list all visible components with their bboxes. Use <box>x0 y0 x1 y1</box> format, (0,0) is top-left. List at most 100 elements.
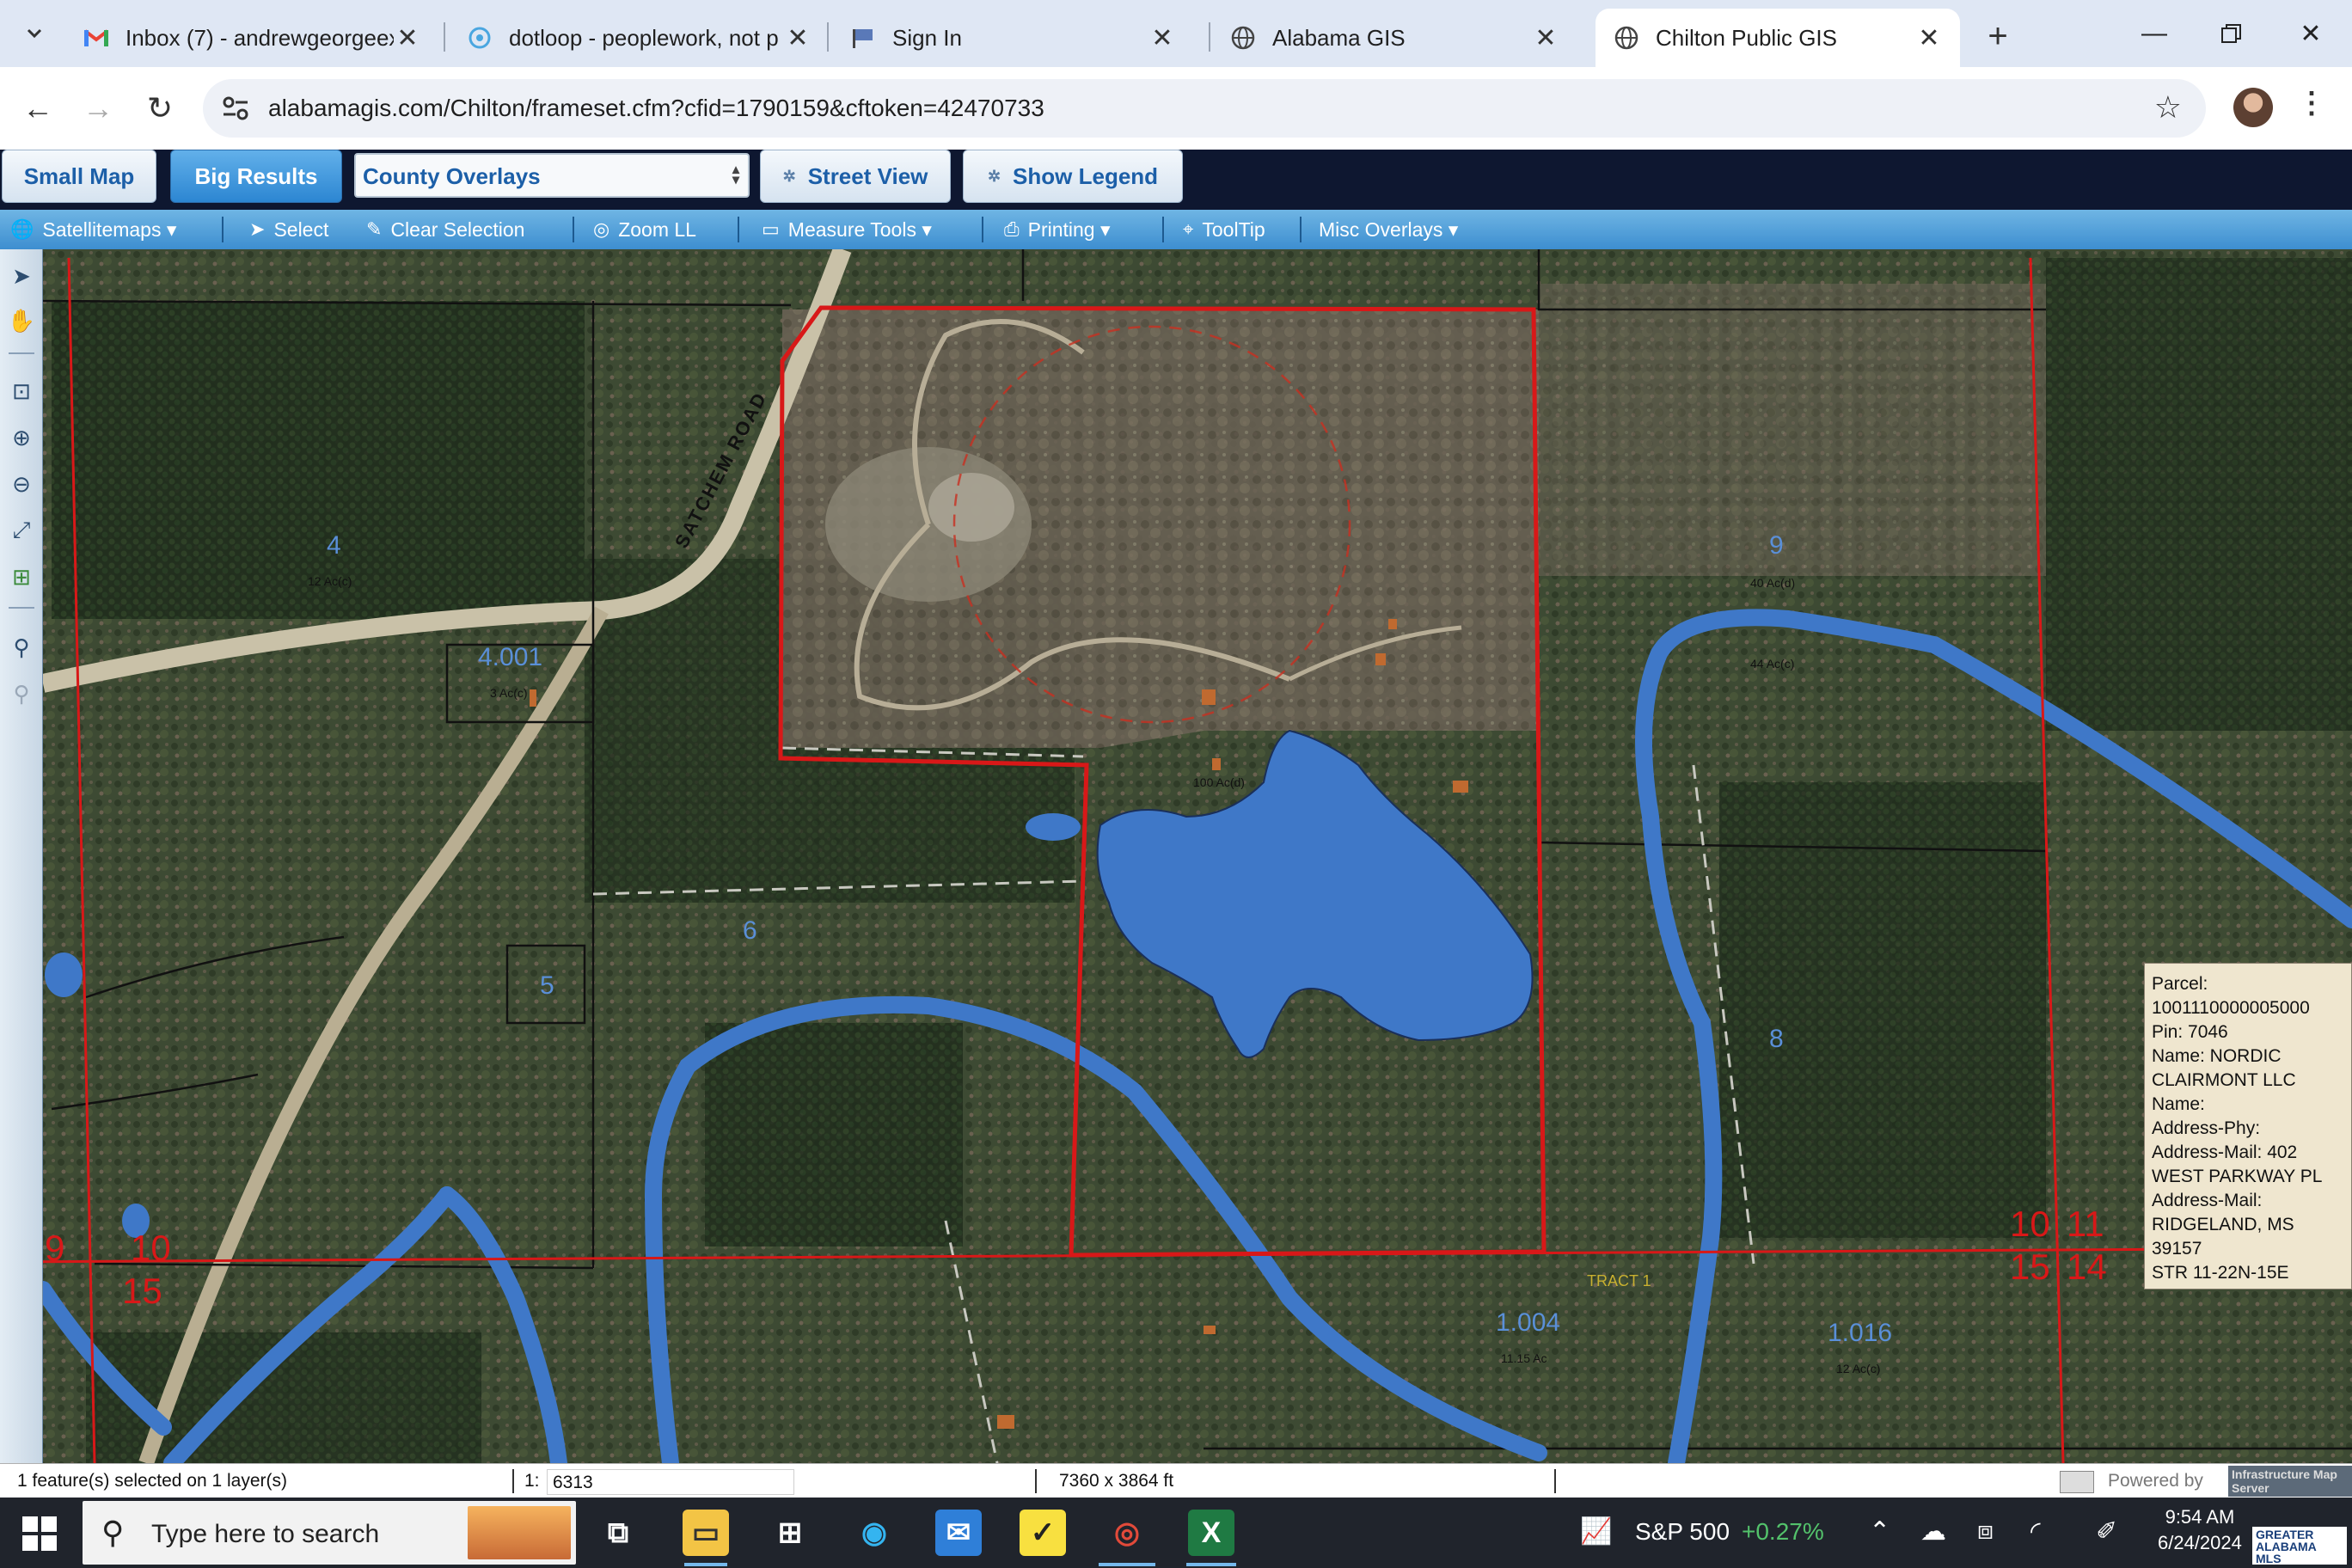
tab-chilton-public-gis[interactable]: Chilton Public GIS ✕ <box>1596 9 1960 67</box>
powered-by-logo: Powered by Infrastructure Map Server <box>2060 1464 2352 1498</box>
forward-arrow-icon[interactable]: → <box>74 84 122 132</box>
clear-selection-label: Clear Selection <box>390 217 525 241</box>
chevron-up-icon[interactable]: ⌃ <box>1869 1516 1890 1547</box>
map-label-parcel: 9 <box>1769 531 1784 560</box>
printing-menu[interactable]: ⎙ Printing ▾ <box>1004 210 1111 249</box>
printer-icon: ⎙ <box>1004 218 1020 240</box>
parcel-info-line: 1001110000005000 <box>2152 998 2310 1018</box>
back-arrow-icon[interactable]: ← <box>14 84 62 132</box>
wifi-icon[interactable]: ◜ <box>2030 1516 2041 1547</box>
close-tab-icon[interactable]: ✕ <box>1532 24 1559 52</box>
profile-avatar[interactable] <box>2233 88 2273 127</box>
select-tool[interactable]: ➤ Select <box>249 210 328 249</box>
scale-input[interactable]: 6313 <box>547 1469 794 1495</box>
county-overlays-select[interactable]: County Overlays ▴ ▾ <box>354 153 750 198</box>
scale-value: 6313 <box>553 1473 593 1492</box>
tab-dotloop[interactable]: dotloop - peoplework, not p ✕ <box>449 9 829 67</box>
satellitemaps-label: Satellitemaps <box>42 217 162 241</box>
task-view-icon[interactable]: ⧉ <box>595 1510 641 1556</box>
zoom-ll-tool[interactable]: ◎ Zoom LL <box>593 210 696 249</box>
minimize-icon[interactable]: — <box>2116 9 2192 58</box>
gmail-icon <box>83 24 110 52</box>
globe-icon: 🌐 <box>10 218 34 240</box>
stock-chart-icon[interactable]: 📈 <box>1580 1516 1612 1547</box>
dotloop-icon <box>466 24 493 52</box>
clear-selection-tool[interactable]: ✎ Clear Selection <box>366 210 524 249</box>
task-app-icon[interactable]: ✓ <box>1020 1510 1066 1556</box>
address-bar[interactable]: alabamagis.com/Chilton/frameset.cfm?cfid… <box>203 79 2206 138</box>
street-view-button[interactable]: ✲ Street View <box>760 150 951 203</box>
close-tab-icon[interactable]: ✕ <box>784 24 812 52</box>
tooltip-tool[interactable]: ⌖ ToolTip <box>1183 210 1265 249</box>
stock-name[interactable]: S&P 500 <box>1635 1518 1730 1546</box>
misc-overlays-menu[interactable]: Misc Overlays ▾ <box>1319 210 1458 249</box>
show-legend-button[interactable]: ✲ Show Legend <box>963 150 1183 203</box>
tab-divider <box>827 22 829 52</box>
bookmark-star-icon[interactable]: ☆ <box>2154 89 2182 126</box>
close-tab-icon[interactable]: ✕ <box>1915 24 1943 52</box>
windows-taskbar: ⚲ Type here to search ⧉ ▭ ⊞ ◉ ✉ ✓ ◎ X 📈 … <box>0 1498 2352 1568</box>
flag-icon <box>849 24 877 52</box>
reload-icon[interactable]: ↻ <box>136 84 184 132</box>
measure-tools-menu[interactable]: ▭ Measure Tools ▾ <box>762 210 932 249</box>
tooltip-label: ToolTip <box>1202 217 1265 241</box>
globe-icon <box>1613 24 1640 52</box>
close-tab-icon[interactable]: ✕ <box>394 24 421 52</box>
tab-gmail[interactable]: Inbox (7) - andrewgeorgeexi ✕ <box>65 9 438 67</box>
close-window-icon[interactable]: ✕ <box>2273 9 2349 58</box>
zoom-out-icon[interactable]: ⊖ <box>7 469 36 499</box>
edge-browser-icon[interactable]: ◉ <box>851 1510 897 1556</box>
map-label-acreage: 11.15 Ac <box>1501 1351 1547 1365</box>
identify-icon[interactable]: ⚲ <box>7 633 36 662</box>
pan-hand-icon[interactable]: ✋ <box>7 306 36 335</box>
tooltip-icon: ⌖ <box>1183 218 1194 240</box>
microsoft-store-icon[interactable]: ⊞ <box>767 1510 813 1556</box>
parcel-info-line: RIDGELAND, MS <box>2152 1215 2294 1234</box>
zoom-layer-icon[interactable]: ⊞ <box>7 562 36 591</box>
close-tab-icon[interactable]: ✕ <box>1148 24 1176 52</box>
zoom-in-icon[interactable]: ⊕ <box>7 423 36 452</box>
aerial-map[interactable] <box>0 249 2352 1463</box>
full-extent-icon[interactable]: ⤢ <box>7 516 36 545</box>
tab-alabama-gis[interactable]: Alabama GIS ✕ <box>1212 9 1577 67</box>
restore-icon[interactable] <box>2194 9 2269 58</box>
windows-start-icon[interactable] <box>22 1516 57 1551</box>
zoom-box-icon[interactable]: ⊡ <box>7 377 36 406</box>
section-number: 15 <box>122 1271 162 1311</box>
globe-icon <box>1229 24 1257 52</box>
map-tool-column: ➤ ✋ ⊡ ⊕ ⊖ ⤢ ⊞ ⚲ ⚲ <box>0 249 43 1463</box>
mail-icon[interactable]: ✉ <box>935 1510 982 1556</box>
system-clock[interactable]: 9:54 AM 6/24/2024 <box>2158 1504 2242 1556</box>
device-icon[interactable]: ⧈ <box>1977 1516 1994 1546</box>
taskbar-search-box[interactable]: ⚲ Type here to search <box>83 1501 576 1565</box>
select-arrows-icon: ▴ ▾ <box>732 162 739 187</box>
map-view[interactable]: SATCHEM ROAD 4 12 Ac(c) 4.001 3 Ac(c) 5 … <box>0 249 2352 1463</box>
status-divider <box>512 1469 514 1493</box>
scale-prefix: 1: <box>524 1471 540 1491</box>
cloud-icon[interactable]: ☁ <box>1920 1516 1946 1547</box>
new-tab-button[interactable]: + <box>1977 15 2018 57</box>
section-number: 15 <box>2010 1246 2050 1287</box>
parcel-info-line: 39157 <box>2152 1239 2202 1259</box>
ruler-icon: ▭ <box>762 218 780 240</box>
satellitemaps-menu[interactable]: 🌐 Satellitemaps ▾ <box>10 210 176 249</box>
tab-search-chevron-icon[interactable] <box>14 12 55 53</box>
big-results-button[interactable]: Big Results <box>170 150 342 203</box>
small-map-button[interactable]: Small Map <box>2 150 156 203</box>
file-explorer-icon[interactable]: ▭ <box>683 1510 729 1556</box>
pen-icon[interactable]: ✐ <box>2096 1516 2117 1547</box>
site-settings-icon[interactable] <box>220 93 251 124</box>
map-thumbnail-icon <box>2060 1471 2094 1493</box>
map-label-parcel: 4 <box>327 531 341 560</box>
pointer-tool-icon[interactable]: ➤ <box>7 261 36 291</box>
chrome-icon[interactable]: ◎ <box>1104 1510 1150 1556</box>
tab-title: Chilton Public GIS <box>1656 24 1837 51</box>
browser-menu-icon[interactable]: ⋮ <box>2297 86 2326 120</box>
excel-icon[interactable]: X <box>1188 1510 1234 1556</box>
tab-sign-in[interactable]: Sign In ✕ <box>832 9 1193 67</box>
parcel-info-line: Address-Mail: <box>2152 1191 2263 1210</box>
tool-divider <box>9 352 34 354</box>
map-label-parcel: 4.001 <box>478 643 543 671</box>
find-icon[interactable]: ⚲ <box>7 679 36 708</box>
url-text[interactable]: alabamagis.com/Chilton/frameset.cfm?cfid… <box>268 95 1044 122</box>
